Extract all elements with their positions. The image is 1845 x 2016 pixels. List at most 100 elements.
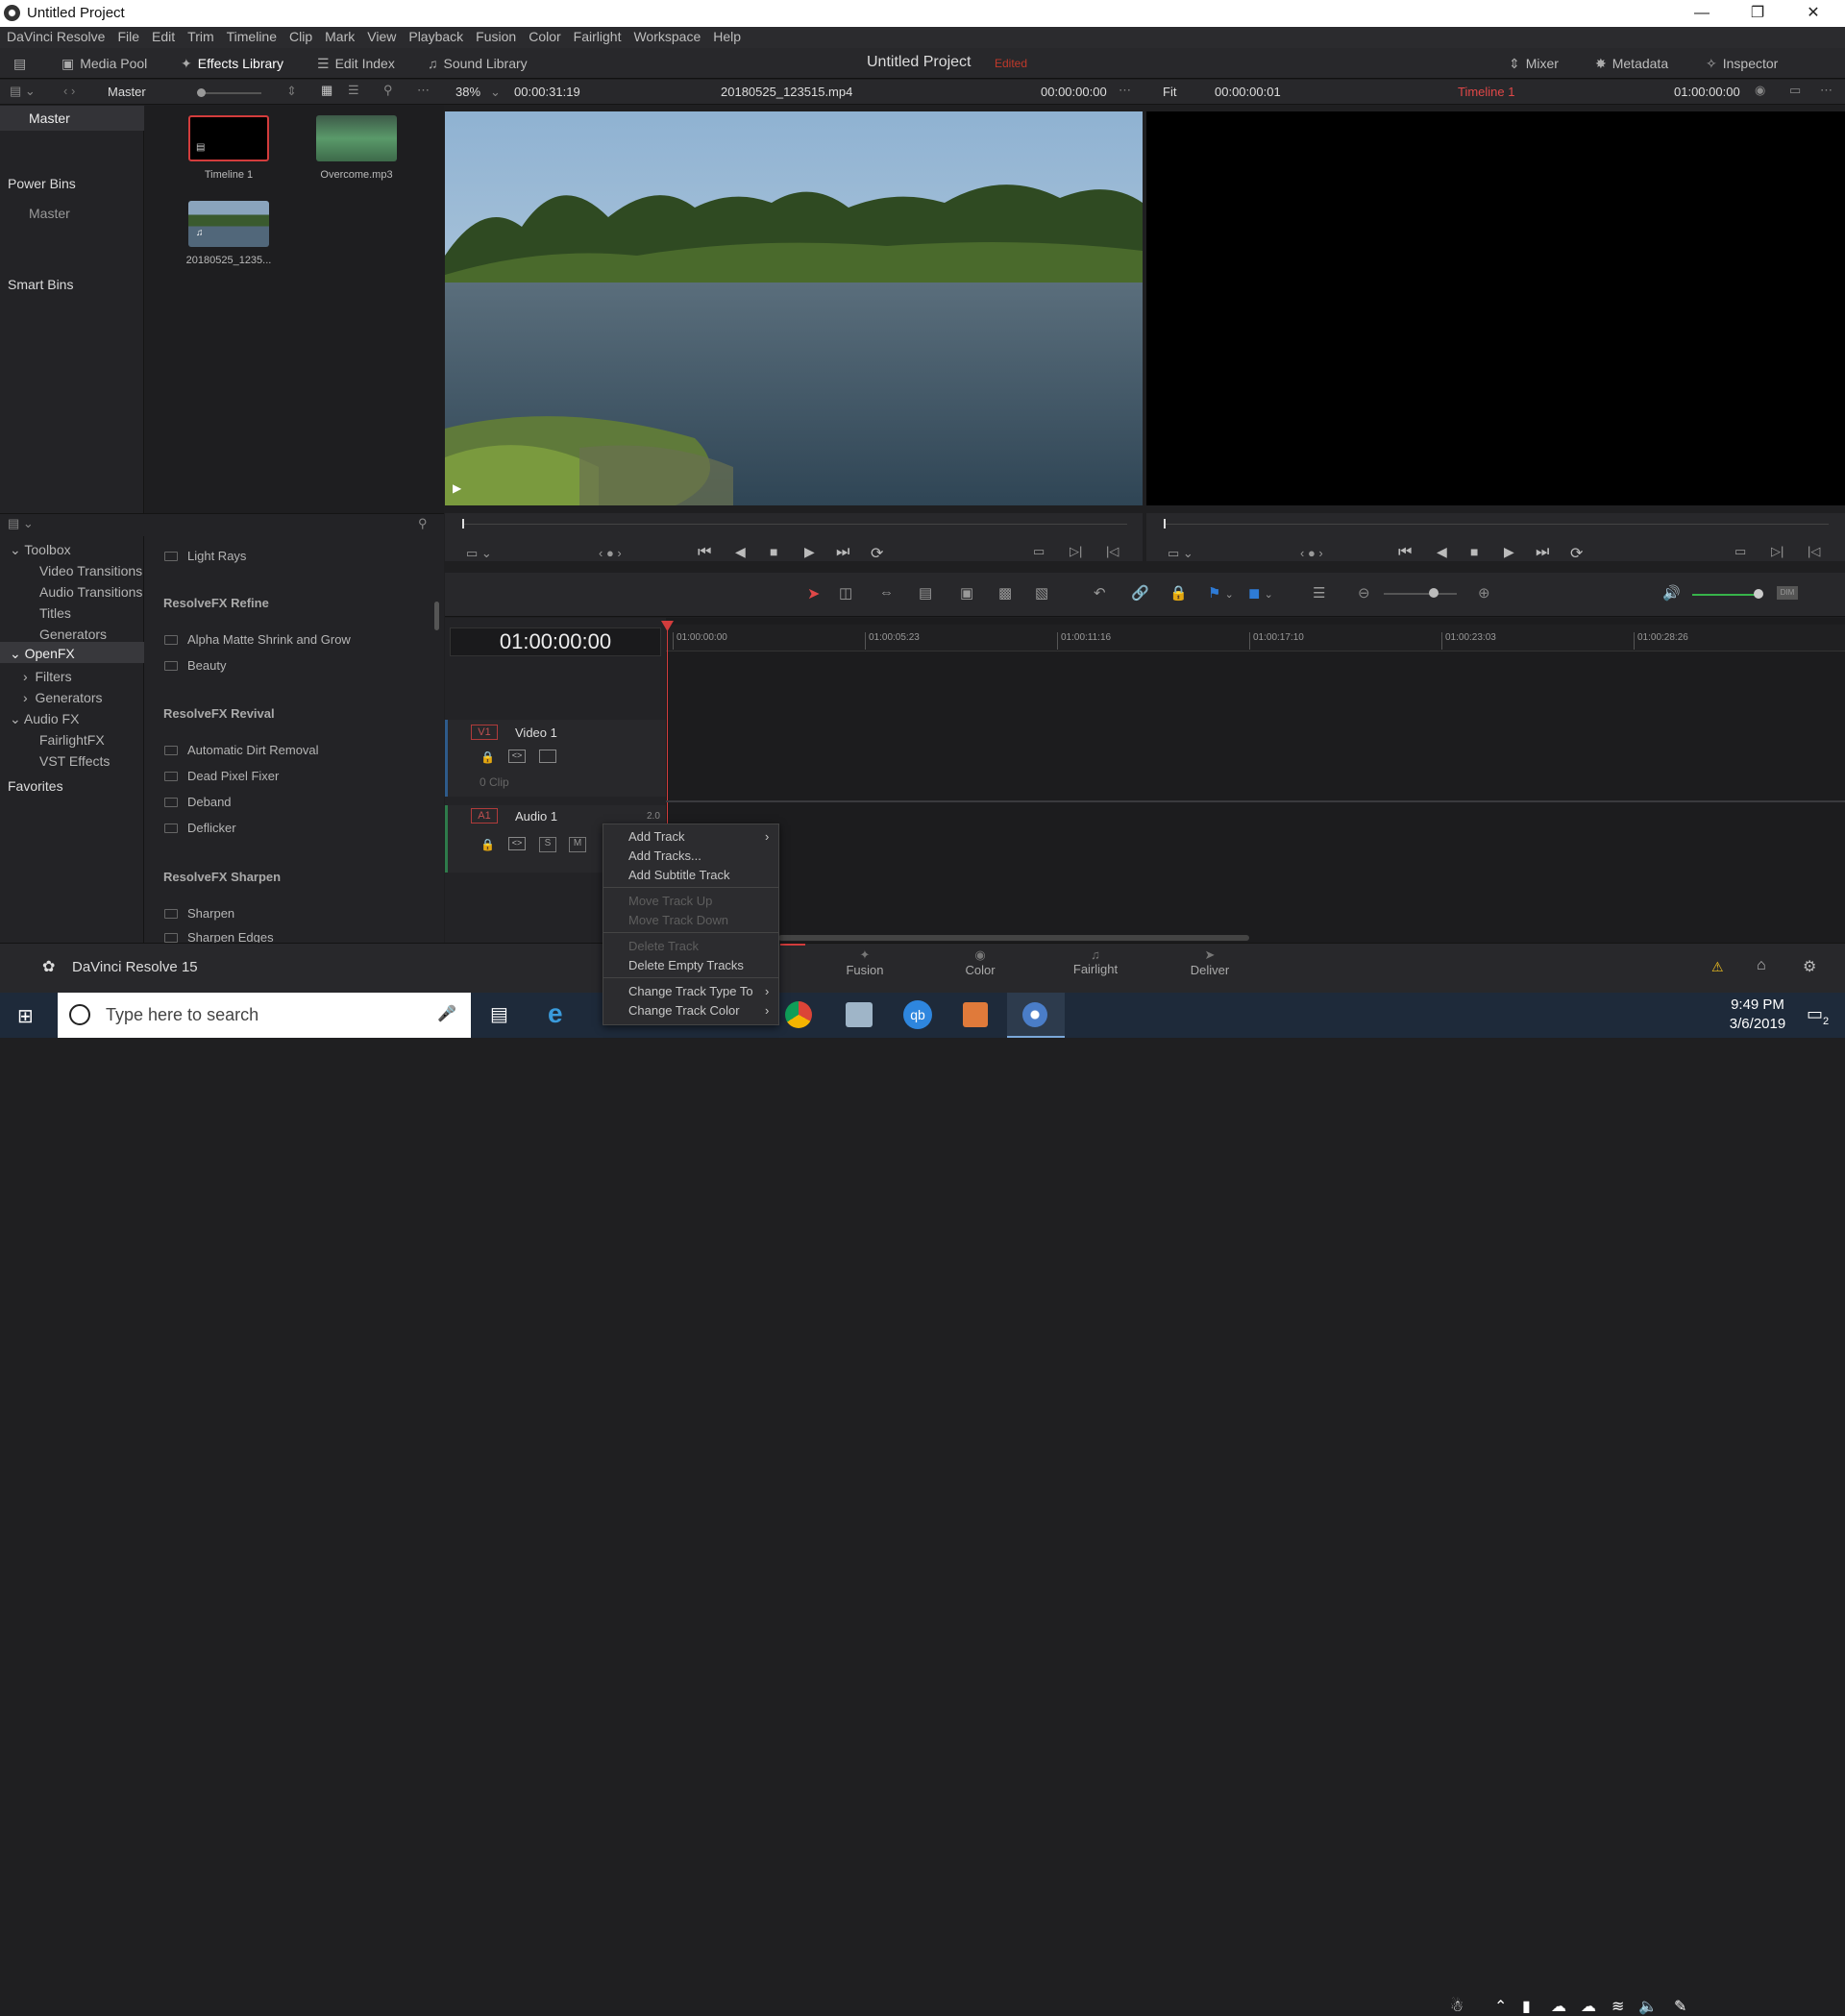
dim-button[interactable]: DIM xyxy=(1777,586,1798,600)
page-color[interactable]: ◉ Color xyxy=(961,947,999,977)
tree-filters[interactable]: › Filters xyxy=(23,669,72,684)
menu-item[interactable]: Workspace xyxy=(627,27,706,44)
pen-icon[interactable]: ✎ xyxy=(1674,1997,1686,2016)
viewer-mode-icon[interactable]: ▭ ⌄ xyxy=(466,546,492,561)
scrubber-handle[interactable] xyxy=(462,519,464,529)
tree-openfx[interactable]: ⌄ OpenFX xyxy=(10,646,75,662)
link-icon[interactable]: 🔗 xyxy=(1131,584,1149,602)
sound-library-button[interactable]: ♫ Sound Library xyxy=(428,54,528,73)
clip-20180525[interactable]: ♫ xyxy=(188,201,269,247)
menu-item[interactable]: Timeline xyxy=(220,27,283,44)
fx-beauty[interactable]: Beauty xyxy=(164,658,226,673)
zoom-slider-handle[interactable] xyxy=(1429,588,1439,598)
fx-light-rays[interactable]: Light Rays xyxy=(164,549,246,563)
tree-vst-effects[interactable]: VST Effects xyxy=(39,753,110,769)
metadata-button[interactable]: ✸ Metadata xyxy=(1595,54,1668,73)
clock-date[interactable]: 3/6/2019 xyxy=(1724,1016,1791,1032)
taskbar-search-box[interactable]: Type here to search 🎤 xyxy=(58,993,471,1038)
play-reverse-icon[interactable]: ◀ xyxy=(735,544,746,560)
fx-sharpen-edges[interactable]: Sharpen Edges xyxy=(164,930,274,943)
warning-icon[interactable]: ⚠ xyxy=(1711,959,1724,975)
track-enable-icon[interactable] xyxy=(539,750,556,763)
menu-item[interactable]: Fairlight xyxy=(567,27,627,44)
tray-chevron-icon[interactable]: ⌃ xyxy=(1494,1997,1507,2016)
menu-item[interactable]: Trim xyxy=(181,27,219,44)
menu-add-tracks[interactable]: Add Tracks... xyxy=(628,848,701,863)
viewer-mode-icon[interactable]: ▭ ⌄ xyxy=(1168,546,1193,561)
fx-dirt-removal[interactable]: Automatic Dirt Removal xyxy=(164,743,319,757)
zoom-dropdown-icon[interactable]: ⌄ xyxy=(490,85,501,100)
timeline-scrollbar[interactable] xyxy=(778,935,1249,941)
menu-item[interactable]: DaVinci Resolve xyxy=(0,27,111,44)
timeline-view-icon[interactable]: ☰ xyxy=(1313,584,1325,602)
stop-icon[interactable]: ■ xyxy=(770,544,777,559)
tree-generators-openfx[interactable]: › Generators xyxy=(23,690,103,705)
menu-item[interactable]: Playback xyxy=(402,27,469,44)
edge-browser-icon[interactable]: e xyxy=(548,998,563,1029)
tree-audio-transitions[interactable]: Audio Transitions xyxy=(39,584,142,600)
solo-button[interactable]: S xyxy=(539,837,556,852)
trim-tool-icon[interactable]: ◫ xyxy=(839,584,852,602)
volume-handle[interactable] xyxy=(1754,589,1763,599)
clock-time[interactable]: 9:49 PM xyxy=(1724,996,1791,1013)
cloud-upload-icon[interactable]: ☁ xyxy=(1551,1997,1566,2016)
match-frame-icon[interactable]: ▭ xyxy=(1033,544,1045,559)
zoom-level[interactable]: 38% xyxy=(455,85,480,99)
minimize-button[interactable]: — xyxy=(1674,0,1730,27)
nav-arrows-icon[interactable]: ‹ › xyxy=(63,84,75,98)
track-name-audio1[interactable]: Audio 1 xyxy=(515,809,557,824)
play-icon[interactable]: ▶ xyxy=(1504,544,1514,560)
bin-master[interactable]: Master xyxy=(29,111,70,126)
tree-fairlightfx[interactable]: FairlightFX xyxy=(39,732,105,748)
sort-icon[interactable]: ⇕ xyxy=(286,84,297,99)
overwrite-clip-icon[interactable]: ▩ xyxy=(998,584,1012,602)
tree-toolbox[interactable]: ⌄ Toolbox xyxy=(10,542,71,558)
loop-icon[interactable]: ⟳ xyxy=(1570,544,1583,563)
stop-icon[interactable]: ■ xyxy=(1470,544,1478,559)
zoom-slider[interactable] xyxy=(1384,593,1457,595)
skip-back-icon[interactable]: ⏮ xyxy=(698,544,711,561)
flag-icon[interactable]: ⚑ ⌄ xyxy=(1208,584,1234,602)
slider-handle[interactable] xyxy=(197,88,206,97)
people-icon[interactable]: ☃ xyxy=(1450,1997,1464,2016)
track-a1-label[interactable]: A1 xyxy=(471,808,498,824)
tree-generators[interactable]: Generators xyxy=(39,627,107,642)
mark-in-icon[interactable]: ▷| xyxy=(1771,544,1784,559)
maximize-button[interactable]: ❐ xyxy=(1730,0,1785,27)
program-options-icon[interactable]: ⋯ xyxy=(1820,83,1833,98)
menu-item[interactable]: Fusion xyxy=(469,27,522,44)
timeline-name[interactable]: Timeline 1 xyxy=(1458,85,1514,99)
menu-item[interactable]: Help xyxy=(706,27,747,44)
notifications-icon[interactable]: ▭ xyxy=(1807,1004,1823,1024)
microphone-icon[interactable]: 🎤 xyxy=(437,1004,456,1023)
close-button[interactable]: ✕ xyxy=(1785,0,1841,27)
fx-dead-pixel[interactable]: Dead Pixel Fixer xyxy=(164,769,279,783)
jog-control-icon[interactable]: ‹ ● › xyxy=(1300,546,1323,560)
auto-select-icon[interactable]: <> xyxy=(508,837,526,850)
tree-video-transitions[interactable]: Video Transitions xyxy=(39,563,142,578)
menu-item[interactable]: Mark xyxy=(318,27,360,44)
menu-delete-empty-tracks[interactable]: Delete Empty Tracks xyxy=(628,958,744,972)
menu-add-subtitle-track[interactable]: Add Subtitle Track xyxy=(628,868,730,882)
fx-deflicker[interactable]: Deflicker xyxy=(164,821,236,835)
page-fairlight[interactable]: ♫ Fairlight xyxy=(1069,947,1122,976)
menu-item[interactable]: Edit xyxy=(145,27,181,44)
settings-gear-icon[interactable]: ⚙ xyxy=(1803,957,1816,976)
mixer-button[interactable]: ⇕ Mixer xyxy=(1509,54,1559,73)
menu-item[interactable]: Color xyxy=(522,27,566,44)
menu-item[interactable]: View xyxy=(360,27,402,44)
marker-icon[interactable]: ◼ ⌄ xyxy=(1248,584,1273,602)
fit-dropdown[interactable]: Fit xyxy=(1163,85,1176,99)
jog-control-icon[interactable]: ‹ ● › xyxy=(599,546,622,560)
video-track-header[interactable]: V1 Video 1 🔒 <> 0 Clip xyxy=(445,720,666,797)
menu-item[interactable]: Clip xyxy=(283,27,318,44)
grid-view-icon[interactable]: ▦ xyxy=(321,83,332,98)
zoom-out-icon[interactable]: ⊖ xyxy=(1358,584,1370,602)
battery-icon[interactable]: ▮ xyxy=(1522,1997,1531,2016)
viewer-mode-icon[interactable]: ▭ xyxy=(1789,83,1801,98)
resolve-taskbar-button[interactable] xyxy=(1007,993,1065,1038)
panel-toggle-icon[interactable]: ▤ ⌄ xyxy=(10,84,36,99)
lock-icon[interactable]: 🔒 xyxy=(480,838,495,851)
menu-change-track-color[interactable]: Change Track Color xyxy=(628,1003,740,1018)
mute-button[interactable]: M xyxy=(569,837,586,852)
